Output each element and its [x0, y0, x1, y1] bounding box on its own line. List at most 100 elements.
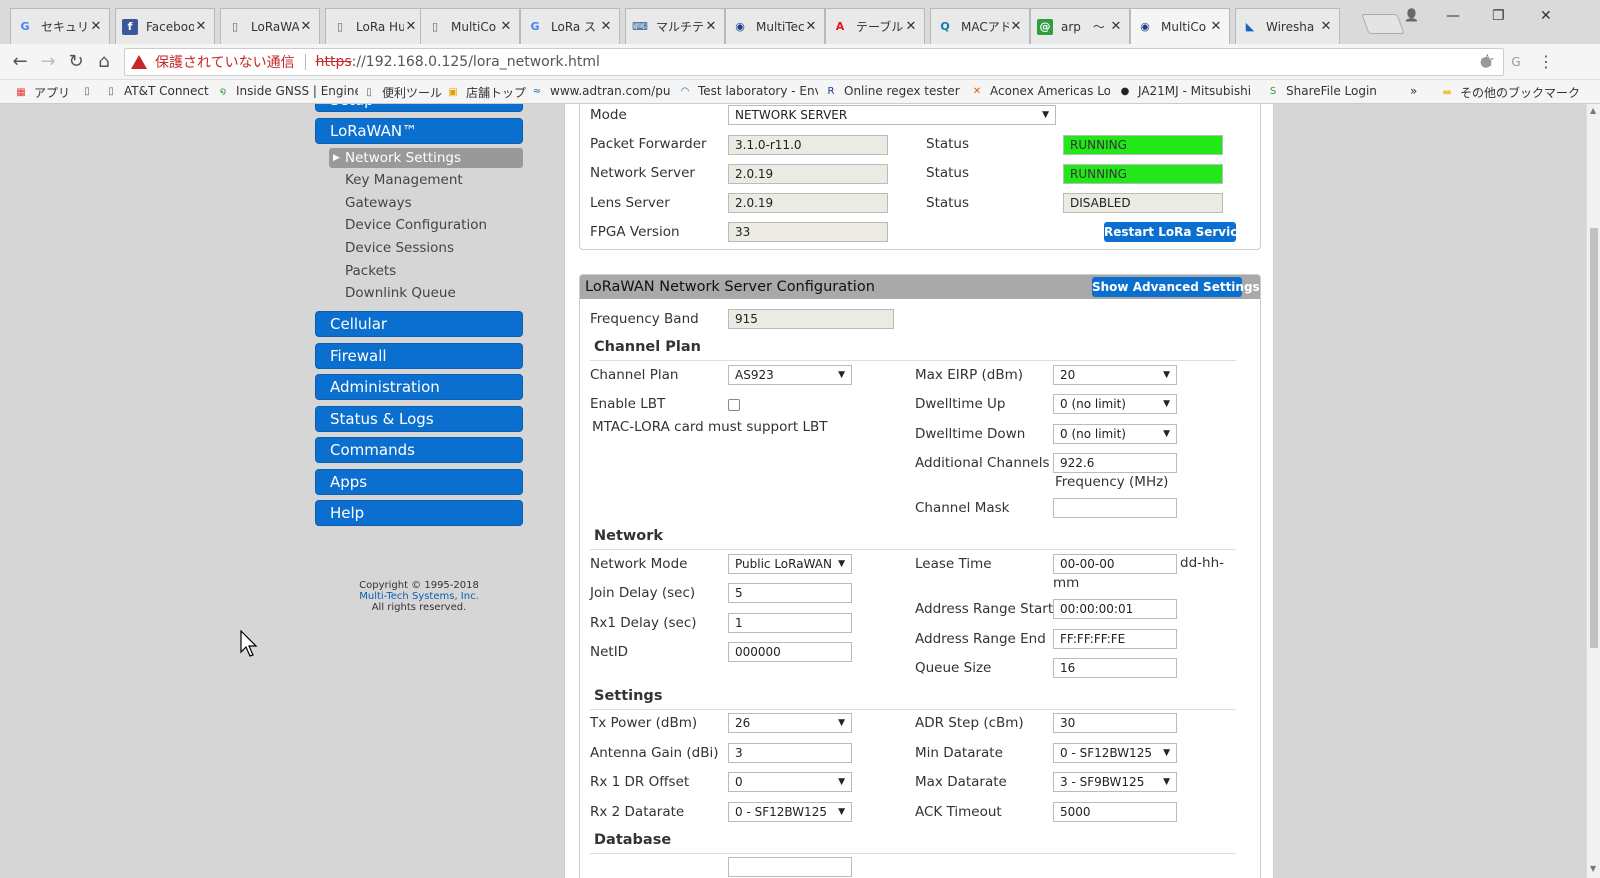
- show-advanced-settings-button[interactable]: Show Advanced Settings: [1092, 277, 1260, 297]
- bookmark-item[interactable]: »: [1410, 84, 1430, 98]
- lease-time-input[interactable]: 00-00-00: [1053, 554, 1177, 574]
- sidebar-item-administration[interactable]: Administration: [315, 374, 523, 400]
- max-datarate-select[interactable]: 3 - SF9BW125: [1053, 772, 1177, 792]
- bookmark-item[interactable]: ✕ Aconex Americas Log: [970, 84, 1110, 98]
- close-tab-icon[interactable]: ✕: [89, 19, 103, 34]
- additional-channels-input[interactable]: 922.6: [1053, 453, 1177, 473]
- close-tab-icon[interactable]: ✕: [1319, 19, 1333, 34]
- network-mode-select[interactable]: Public LoRaWAN: [728, 554, 852, 574]
- company-link[interactable]: Multi-Tech Systems, Inc.: [315, 591, 523, 602]
- bookmark-item[interactable]: R Online regex tester ar: [824, 84, 964, 98]
- mode-select[interactable]: NETWORK SERVER: [728, 105, 1056, 125]
- sidebar-item-cellular[interactable]: Cellular: [315, 311, 523, 337]
- google-extension-icon[interactable]: G: [1504, 50, 1528, 74]
- browser-tab[interactable]: f Faceboo ✕: [115, 8, 215, 44]
- sidebar-item-status-logs[interactable]: Status & Logs: [315, 406, 523, 432]
- bookmark-item[interactable]: ▣ 店舗トップ: [446, 84, 526, 101]
- close-tab-icon[interactable]: ✕: [704, 19, 718, 34]
- browser-tab[interactable]: G LoRa ス ✕: [520, 8, 620, 44]
- scroll-down-icon[interactable]: ▼: [1590, 864, 1596, 873]
- min-datarate-select[interactable]: 0 - SF12BW125: [1053, 743, 1177, 763]
- close-window-icon[interactable]: ✕: [1540, 8, 1552, 24]
- sidebar-item-lorawan[interactable]: LoRaWAN™: [315, 118, 523, 144]
- adr-step-input[interactable]: 30: [1053, 713, 1177, 733]
- back-icon[interactable]: ←: [8, 50, 32, 74]
- home-icon[interactable]: ⌂: [92, 50, 116, 74]
- browser-tab[interactable]: ◉ MultiCo ✕: [1130, 8, 1230, 44]
- close-tab-icon[interactable]: ✕: [1009, 19, 1023, 34]
- browser-tab[interactable]: ▯ LoRaWA ✕: [220, 8, 320, 44]
- close-tab-icon[interactable]: ✕: [599, 19, 613, 34]
- rx1-delay-input[interactable]: 1: [728, 613, 852, 633]
- close-tab-icon[interactable]: ✕: [1209, 19, 1223, 34]
- sidebar-sub-device-sessions[interactable]: Device Sessions: [345, 240, 454, 256]
- queue-size-input[interactable]: 16: [1053, 658, 1177, 678]
- netid-input[interactable]: 000000: [728, 642, 852, 662]
- address-range-start-input[interactable]: 00:00:00:01: [1053, 599, 1177, 619]
- close-tab-icon[interactable]: ✕: [404, 19, 418, 34]
- max-eirp-select[interactable]: 20: [1053, 365, 1177, 385]
- join-delay-input[interactable]: 5: [728, 583, 852, 603]
- channel-plan-select[interactable]: AS923: [728, 365, 852, 385]
- sidebar-sub-downlink-queue[interactable]: Downlink Queue: [345, 285, 456, 301]
- browser-tab[interactable]: Q MACアド ✕: [930, 8, 1030, 44]
- browser-tab[interactable]: ▯ MultiCo ✕: [420, 8, 520, 44]
- ack-timeout-input[interactable]: 5000: [1053, 802, 1177, 822]
- dwelltime-up-select[interactable]: 0 (no limit): [1053, 394, 1177, 414]
- menu-kebab-icon[interactable]: ⋮: [1534, 50, 1558, 74]
- browser-tab[interactable]: @ arp 〜 ✕: [1030, 8, 1130, 44]
- new-tab-button[interactable]: [1361, 14, 1405, 34]
- maximize-icon[interactable]: ❐: [1492, 8, 1505, 24]
- tx-power-select[interactable]: 26: [728, 713, 852, 733]
- sidebar-sub-key-management[interactable]: Key Management: [345, 172, 463, 188]
- minimize-icon[interactable]: —: [1446, 8, 1460, 24]
- sidebar-item-setup[interactable]: Setup: [315, 104, 523, 112]
- rx1-dr-offset-select[interactable]: 0: [728, 772, 852, 792]
- channel-mask-input[interactable]: [1053, 498, 1177, 518]
- bookmark-item[interactable]: S ShareFile Login: [1266, 84, 1406, 98]
- sidebar-sub-gateways[interactable]: Gateways: [345, 195, 412, 211]
- browser-tab[interactable]: ▯ LoRa Hu ✕: [325, 8, 425, 44]
- page-scrollbar[interactable]: ▲ ▼: [1586, 104, 1600, 878]
- bookmark-item[interactable]: ▯ AT&T Connect: [104, 84, 212, 98]
- browser-tab[interactable]: G セキュリテ✕: [10, 8, 110, 44]
- database-field-partial[interactable]: [728, 857, 852, 877]
- sidebar-sub-network-settings[interactable]: ▶ Network Settings: [329, 148, 523, 168]
- browser-tab[interactable]: ◉ MultiTec ✕: [725, 8, 825, 44]
- close-tab-icon[interactable]: ✕: [499, 19, 513, 34]
- antenna-gain-input[interactable]: 3: [728, 743, 852, 763]
- bookmark-item[interactable]: ◠ Test laboratory - Envi: [678, 84, 818, 98]
- browser-tab[interactable]: ⌨ マルチテ ✕: [625, 8, 725, 44]
- scroll-up-icon[interactable]: ▲: [1590, 106, 1596, 115]
- sidebar-item-firewall[interactable]: Firewall: [315, 343, 523, 369]
- sidebar-item-help[interactable]: Help: [315, 500, 523, 526]
- sidebar-item-commands[interactable]: Commands: [315, 437, 523, 463]
- account-icon[interactable]: 👤: [1404, 8, 1419, 22]
- close-tab-icon[interactable]: ✕: [299, 19, 313, 34]
- bookmark-item[interactable]: ▦ アプリ: [14, 84, 74, 101]
- close-tab-icon[interactable]: ✕: [804, 19, 818, 34]
- extension-icon[interactable]: ●: [1474, 50, 1498, 74]
- sidebar-item-apps[interactable]: Apps: [315, 469, 523, 495]
- sidebar-sub-packets[interactable]: Packets: [345, 263, 396, 279]
- address-bar[interactable]: 保護されていない通信 https ://192.168.0.125/lora_n…: [124, 48, 1504, 76]
- bookmark-item[interactable]: ▬ その他のブックマーク: [1440, 84, 1590, 101]
- browser-tab[interactable]: A テーブルを✕: [825, 8, 925, 44]
- close-tab-icon[interactable]: ✕: [194, 19, 208, 34]
- address-range-end-input[interactable]: FF:FF:FF:FE: [1053, 629, 1177, 649]
- bookmark-item[interactable]: ● JA21MJ - Mitsubishi: [1118, 84, 1258, 98]
- enable-lbt-checkbox[interactable]: [728, 399, 740, 411]
- reload-icon[interactable]: ↻: [64, 50, 88, 74]
- sidebar-sub-device-configuration[interactable]: Device Configuration: [345, 217, 487, 233]
- security-warning[interactable]: 保護されていない通信: [131, 52, 295, 72]
- close-tab-icon[interactable]: ✕: [904, 19, 918, 34]
- scrollbar-thumb[interactable]: [1590, 228, 1598, 648]
- close-tab-icon[interactable]: ✕: [1109, 19, 1123, 34]
- bookmark-item[interactable]: ▯ 便利ツール: [362, 84, 442, 101]
- forward-icon[interactable]: →: [36, 50, 60, 74]
- bookmark-item[interactable]: ▯: [80, 84, 100, 98]
- bookmark-item[interactable]: ≈ www.adtran.com/pub: [530, 84, 670, 98]
- dwelltime-down-select[interactable]: 0 (no limit): [1053, 424, 1177, 444]
- browser-tab[interactable]: ◣ Wiresha ✕: [1235, 8, 1340, 44]
- restart-lora-services-button[interactable]: Restart LoRa Services: [1104, 222, 1253, 242]
